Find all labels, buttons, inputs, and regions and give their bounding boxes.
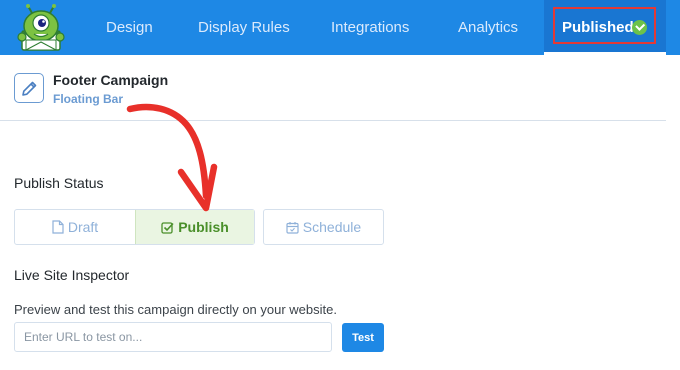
schedule-label: Schedule [302, 219, 362, 235]
pencil-icon [22, 81, 37, 96]
publish-option[interactable]: Publish [135, 210, 254, 244]
test-button[interactable]: Test [342, 323, 384, 352]
nav-tab-integrations[interactable]: Integrations [331, 0, 409, 55]
publish-status-heading: Publish Status [14, 175, 104, 191]
mascot-logo-icon[interactable] [12, 4, 74, 52]
nav-tab-design[interactable]: Design [106, 0, 153, 55]
document-icon [52, 220, 64, 234]
draft-option[interactable]: Draft [15, 210, 135, 244]
check-circle-icon [632, 20, 647, 35]
test-url-input[interactable] [14, 322, 332, 352]
nav-tab-analytics[interactable]: Analytics [458, 0, 518, 55]
live-site-inspector-heading: Live Site Inspector [14, 267, 130, 283]
schedule-option[interactable]: Schedule [263, 209, 384, 245]
top-navigation-bar: Design Display Rules Integrations Analyt… [0, 0, 680, 55]
edit-campaign-button[interactable] [14, 73, 44, 103]
campaign-header: Footer Campaign Floating Bar [0, 55, 666, 121]
checkbox-icon [161, 222, 174, 234]
campaign-name: Footer Campaign [53, 72, 169, 88]
campaign-type: Floating Bar [53, 92, 124, 106]
inspector-description: Preview and test this campaign directly … [14, 302, 337, 317]
draft-label: Draft [67, 219, 99, 235]
publish-label: Publish [178, 219, 229, 235]
nav-tab-published[interactable]: Published [544, 0, 666, 55]
calendar-icon [286, 222, 299, 234]
publish-status-segmented-control: Draft Publish [14, 209, 255, 245]
published-label: Published [562, 19, 634, 36]
nav-tab-display-rules[interactable]: Display Rules [198, 0, 290, 55]
